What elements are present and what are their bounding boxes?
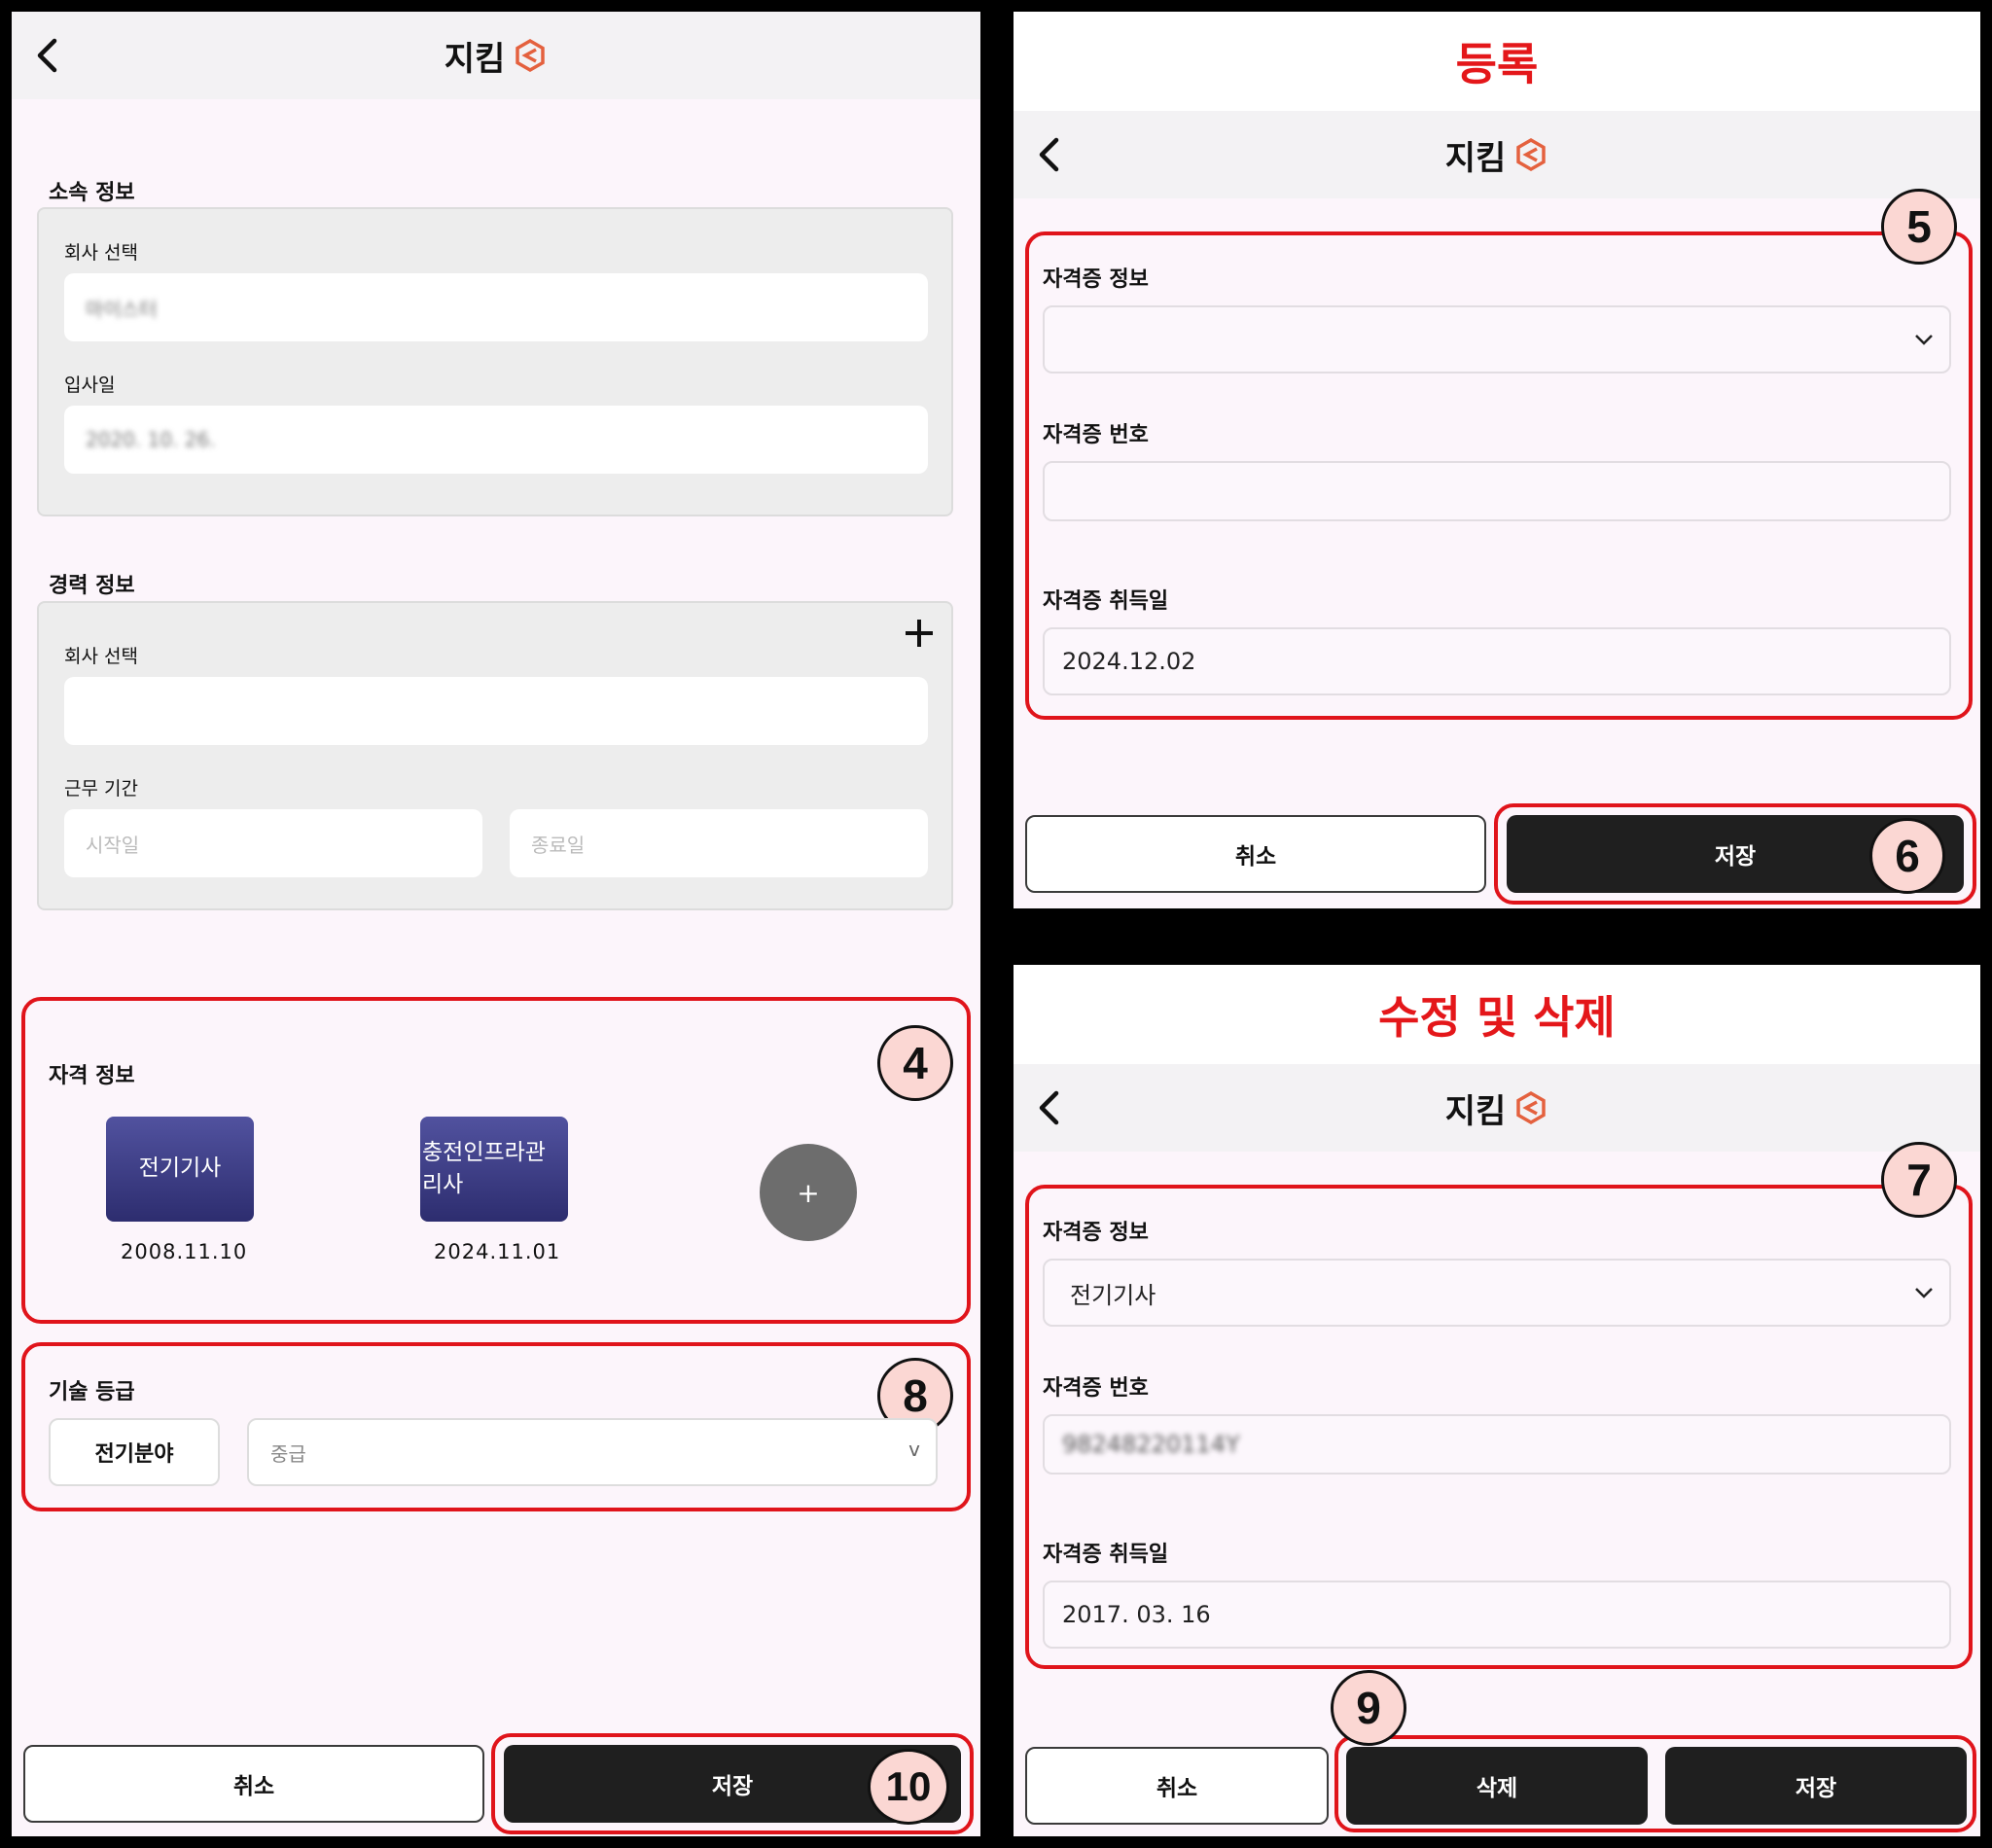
- work-period-label: 근무 기간: [64, 778, 138, 800]
- cert-number-input[interactable]: 98248220114Y: [1043, 1414, 1951, 1475]
- cancel-button[interactable]: 취소: [23, 1745, 484, 1823]
- skill-field-button[interactable]: 전기분야: [49, 1418, 220, 1486]
- app-title: 지킴: [1445, 1084, 1549, 1132]
- back-arrow-icon[interactable]: [31, 37, 66, 74]
- chevron-down-icon: [1915, 1288, 1933, 1298]
- skill-grade-title: 기술 등급: [49, 1380, 135, 1404]
- cert-date-1: 2008.11.10: [121, 1240, 248, 1263]
- cert-info-select[interactable]: 전기기사: [1043, 1259, 1951, 1327]
- company-select-label: 회사 선택: [64, 242, 138, 264]
- cert-info-select[interactable]: [1043, 305, 1951, 373]
- end-date-field[interactable]: 종료일: [510, 809, 928, 877]
- career-title: 경력 정보: [49, 574, 135, 598]
- hire-date-label: 입사일: [64, 374, 116, 396]
- back-arrow-icon[interactable]: [1033, 1089, 1068, 1126]
- cert-number-label: 자격증 번호: [1043, 1376, 1149, 1401]
- register-banner: 등록: [1014, 12, 1980, 111]
- cert-date-label: 자격증 취득일: [1043, 1543, 1169, 1567]
- company-select-field[interactable]: 마이스터: [64, 273, 928, 341]
- cert-number-input[interactable]: [1043, 461, 1951, 521]
- affiliation-card: 회사 선택 마이스터 입사일 2020. 10. 26.: [37, 207, 953, 516]
- career-company-field[interactable]: [64, 677, 928, 745]
- skill-grade-select[interactable]: 중급 v: [247, 1418, 938, 1486]
- main-profile-screen: 지킴 소속 정보 회사 선택 마이스터 입사일 2020. 10. 26. 경력…: [12, 12, 980, 1836]
- qualification-title: 자격 정보: [49, 1064, 135, 1088]
- back-arrow-icon[interactable]: [1033, 136, 1068, 173]
- delete-button[interactable]: 삭제: [1346, 1747, 1648, 1825]
- hire-date-field[interactable]: 2020. 10. 26.: [64, 406, 928, 474]
- cert-info-label: 자격증 정보: [1043, 267, 1149, 292]
- add-cert-button[interactable]: +: [760, 1144, 857, 1241]
- callout-number-7: 7: [1881, 1142, 1957, 1218]
- affiliation-title: 소속 정보: [49, 181, 135, 205]
- start-date-field[interactable]: 시작일: [64, 809, 482, 877]
- callout-number-4: 4: [877, 1025, 953, 1101]
- app-bar: 지킴: [1014, 111, 1980, 198]
- cert-date-input[interactable]: 2017. 03. 16: [1043, 1581, 1951, 1649]
- app-title: 지킴: [1445, 131, 1549, 179]
- career-company-label: 회사 선택: [64, 646, 138, 667]
- save-button[interactable]: 저장: [1665, 1747, 1967, 1825]
- cert-info-label: 자격증 정보: [1043, 1221, 1149, 1245]
- app-logo-icon: [1516, 137, 1547, 172]
- cert-number-label: 자격증 번호: [1043, 423, 1149, 447]
- callout-number-10: 10: [868, 1749, 949, 1825]
- cert-tile-2[interactable]: 충전인프라관리사: [420, 1117, 568, 1222]
- callout-number-6: 6: [1869, 818, 1945, 894]
- app-logo-icon: [516, 38, 546, 73]
- register-screen: 등록 지킴 5 자격증 정보 자격증 번호 자격증 취득일 2024.12.02…: [1014, 12, 1980, 908]
- cert-date-label: 자격증 취득일: [1043, 589, 1169, 614]
- chevron-down-icon: [1915, 335, 1933, 345]
- career-card: 회사 선택 근무 기간 시작일 종료일: [37, 601, 953, 910]
- callout-number-5: 5: [1881, 189, 1957, 265]
- edit-delete-screen: 수정 및 삭제 지킴 7 자격증 정보 전기기사 자격증 번호 98248220…: [1014, 965, 1980, 1836]
- callout-number-8: 9: [1331, 1670, 1406, 1746]
- app-logo-icon: [1516, 1090, 1547, 1125]
- app-title: 지킴: [445, 32, 549, 80]
- app-bar: 지킴: [12, 12, 980, 99]
- cancel-button[interactable]: 취소: [1025, 1747, 1329, 1825]
- cancel-button[interactable]: 취소: [1025, 815, 1486, 893]
- cert-tile-1[interactable]: 전기기사: [106, 1117, 254, 1222]
- cert-date-input[interactable]: 2024.12.02: [1043, 627, 1951, 695]
- add-career-plus-icon[interactable]: [903, 617, 936, 650]
- edit-delete-banner: 수정 및 삭제: [1014, 965, 1980, 1064]
- app-bar: 지킴: [1014, 1064, 1980, 1152]
- dropdown-arrow-icon: v: [908, 1438, 920, 1461]
- cert-date-2: 2024.11.01: [434, 1240, 561, 1263]
